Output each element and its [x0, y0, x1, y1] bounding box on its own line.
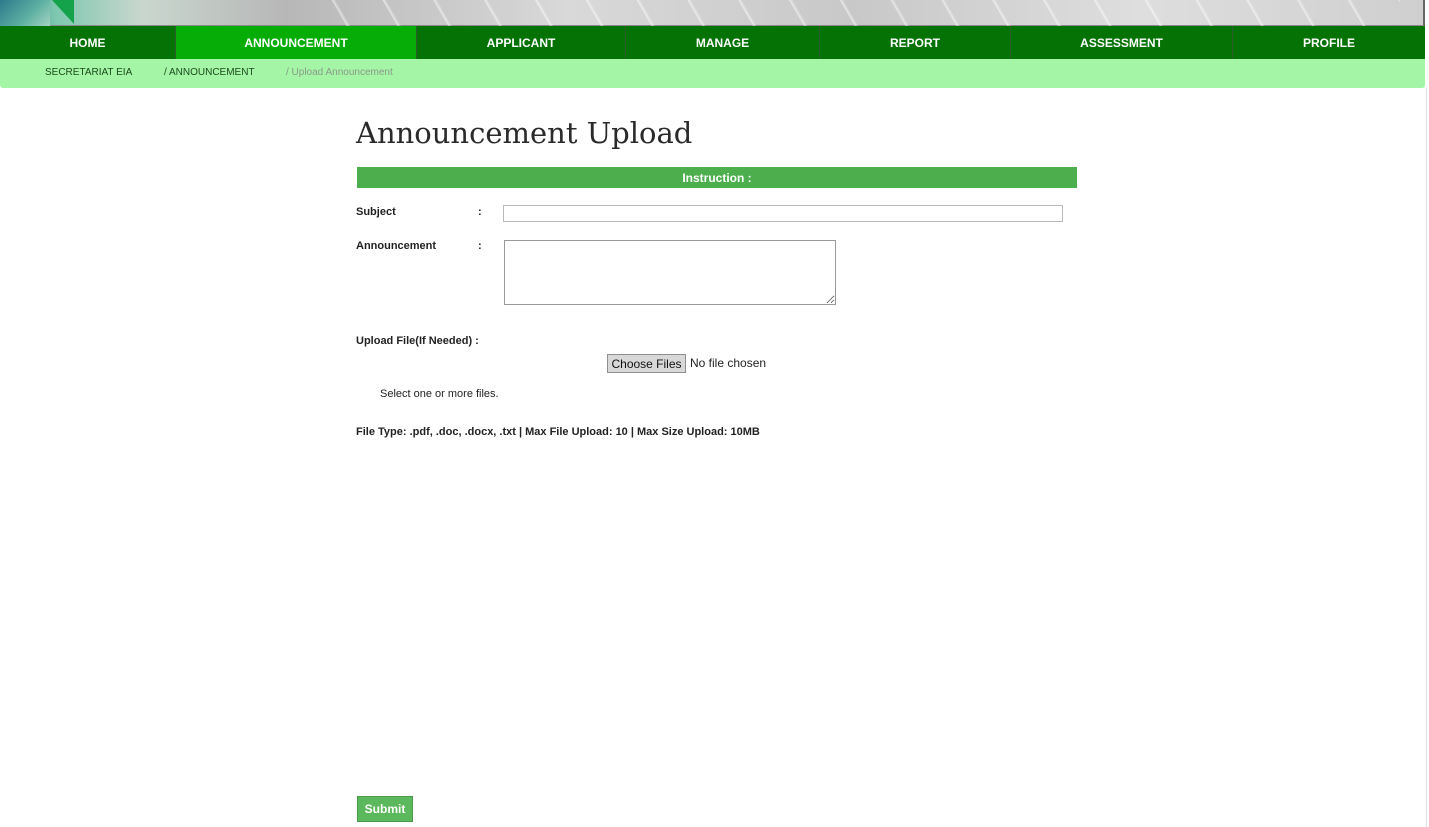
upload-help-text: Select one or more files. — [380, 388, 499, 400]
announcement-colon: : — [478, 240, 482, 252]
page-title: Announcement Upload — [356, 116, 693, 150]
subject-colon: : — [478, 206, 482, 218]
choose-files-button[interactable]: Choose Files — [607, 354, 686, 373]
nav-item-announcement[interactable]: ANNOUNCEMENT — [176, 26, 417, 59]
submit-button[interactable]: Submit — [357, 796, 413, 822]
nav-item-profile[interactable]: PROFILE — [1233, 26, 1425, 59]
breadcrumb-current: / Upload Announcement — [286, 67, 393, 78]
instruction-bar: Instruction : — [357, 167, 1077, 188]
logo-graphic — [0, 0, 50, 26]
logo-accent — [52, 0, 74, 24]
banner-pattern — [300, 0, 1400, 26]
breadcrumb: SECRETARIAT EIA / ANNOUNCEMENT / Upload … — [0, 59, 1425, 88]
breadcrumb-announcement[interactable]: / ANNOUNCEMENT — [164, 67, 255, 78]
nav-item-applicant[interactable]: APPLICANT — [417, 26, 626, 59]
announcement-label: Announcement — [356, 240, 437, 252]
subject-label: Subject — [356, 206, 396, 218]
upload-label: Upload File(If Needed) : — [356, 335, 479, 347]
main-nav: HOME ANNOUNCEMENT APPLICANT MANAGE REPOR… — [0, 26, 1425, 59]
header-banner — [0, 0, 1425, 26]
subject-input[interactable] — [503, 205, 1063, 222]
page-edge-divider — [1426, 88, 1427, 827]
file-status: No file chosen — [690, 356, 767, 370]
nav-item-report[interactable]: REPORT — [820, 26, 1011, 59]
nav-item-home[interactable]: HOME — [0, 26, 176, 59]
nav-item-manage[interactable]: MANAGE — [626, 26, 820, 59]
file-type-info: File Type: .pdf, .doc, .docx, .txt | Max… — [356, 426, 760, 438]
breadcrumb-secretariat[interactable]: SECRETARIAT EIA — [45, 67, 132, 78]
nav-item-assessment[interactable]: ASSESSMENT — [1011, 26, 1233, 59]
announcement-textarea[interactable] — [504, 240, 836, 305]
